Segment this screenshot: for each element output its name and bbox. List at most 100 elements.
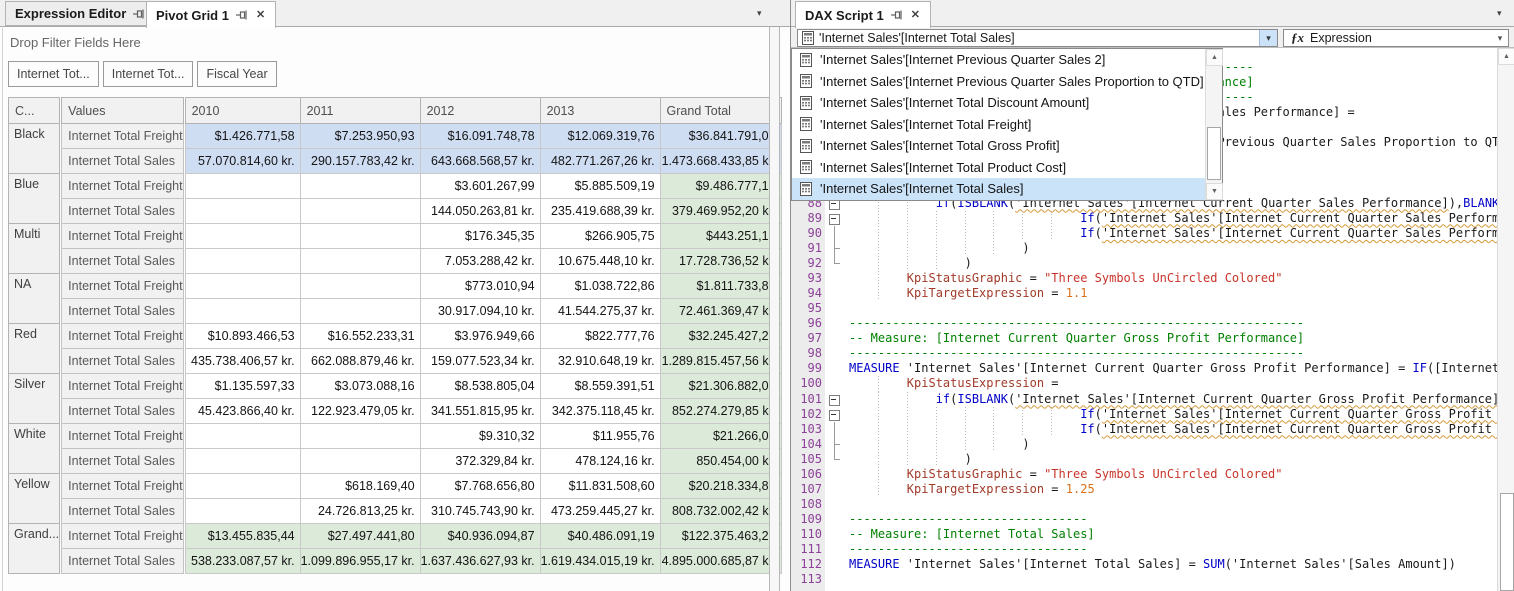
pivot-value-cell[interactable]: $443.251,10	[660, 224, 781, 249]
fold-marker-icon[interactable]	[827, 422, 843, 437]
code-line[interactable]: 101 if(ISBLANK('Internet Sales'[Internet…	[791, 392, 1514, 407]
pivot-value-cell[interactable]: $21.266,08	[660, 424, 781, 449]
pin-icon[interactable]	[891, 9, 903, 21]
code-line[interactable]: 108	[791, 497, 1514, 512]
pivot-value-cell[interactable]	[185, 299, 300, 324]
pivot-measure-label[interactable]: Internet Total Freight	[62, 324, 183, 349]
pivot-value-cell[interactable]: $7.253.950,93	[300, 124, 420, 149]
measure-dropdown-item[interactable]: 'Internet Sales'[Internet Total Gross Pr…	[792, 135, 1222, 157]
pivot-value-cell[interactable]: $20.218.334,81	[660, 474, 781, 499]
pivot-value-cell[interactable]: 538.233.087,57 kr.	[185, 549, 300, 574]
pivot-measure-label[interactable]: Internet Total Freight	[62, 274, 183, 299]
pivot-value-cell[interactable]: 342.375.118,45 kr.	[540, 399, 660, 424]
pivot-value-cell[interactable]: $122.375.463,29	[660, 524, 781, 549]
pivot-value-cell[interactable]: $9.486.777,18	[660, 174, 781, 199]
fold-marker-icon[interactable]	[827, 452, 843, 467]
pivot-column-header[interactable]: 2011	[300, 98, 420, 124]
expression-selector-combo[interactable]: ƒx Expression ▾	[1283, 29, 1509, 47]
close-icon[interactable]: ✕	[255, 10, 266, 21]
pivot-row-label[interactable]: Multi	[9, 224, 60, 274]
pivot-measure-label[interactable]: Internet Total Freight	[62, 524, 183, 549]
pivot-value-cell[interactable]: 478.124,16 kr.	[540, 449, 660, 474]
vertical-scrollbar[interactable]	[769, 27, 780, 591]
code-line[interactable]: 103 If('Internet Sales'[Internet Current…	[791, 422, 1514, 437]
code-line[interactable]: 113	[791, 572, 1514, 587]
code-line[interactable]: 97-- Measure: [Internet Current Quarter …	[791, 331, 1514, 346]
pivot-row-label[interactable]: Yellow	[9, 474, 60, 524]
pivot-value-cell[interactable]: 482.771.267,26 kr.	[540, 149, 660, 174]
pivot-value-cell[interactable]	[185, 474, 300, 499]
pivot-value-cell[interactable]: 1.473.668.433,85 kr.	[660, 149, 781, 174]
fold-marker-icon[interactable]	[827, 241, 843, 256]
pivot-value-cell[interactable]	[185, 274, 300, 299]
pivot-measure-label[interactable]: Internet Total Freight	[62, 174, 183, 199]
pivot-value-cell[interactable]: $21.306.882,04	[660, 374, 781, 399]
code-line[interactable]: 99MEASURE 'Internet Sales'[Internet Curr…	[791, 361, 1514, 376]
code-line[interactable]: 100 KpiStatusExpression =	[791, 376, 1514, 391]
scroll-down-icon[interactable]: ▼	[1206, 183, 1223, 200]
pivot-measure-label[interactable]: Internet Total Freight	[62, 374, 183, 399]
pivot-measure-label[interactable]: Internet Total Sales	[62, 249, 183, 274]
pivot-value-cell[interactable]	[300, 274, 420, 299]
pivot-value-cell[interactable]	[185, 174, 300, 199]
tab-overflow-icon[interactable]: ▾	[757, 8, 762, 19]
code-line[interactable]: 112MEASURE 'Internet Sales'[Internet Tot…	[791, 557, 1514, 572]
pivot-value-cell[interactable]: 662.088.879,46 kr.	[300, 349, 420, 374]
code-line[interactable]: 92 )	[791, 256, 1514, 271]
pivot-value-cell[interactable]: 310.745.743,90 kr.	[420, 499, 540, 524]
scroll-up-icon[interactable]: ▲	[1498, 48, 1514, 65]
pivot-value-cell[interactable]	[300, 174, 420, 199]
pivot-measure-label[interactable]: Internet Total Freight	[62, 124, 183, 149]
scroll-up-icon[interactable]: ▲	[1206, 49, 1223, 66]
pivot-value-cell[interactable]: 7.053.288,42 kr.	[420, 249, 540, 274]
pivot-value-cell[interactable]: 45.423.866,40 kr.	[185, 399, 300, 424]
drop-filter-zone[interactable]: Drop Filter Fields Here	[10, 35, 141, 50]
pivot-value-cell[interactable]: $9.310,32	[420, 424, 540, 449]
pivot-value-cell[interactable]: $7.768.656,80	[420, 474, 540, 499]
pivot-value-cell[interactable]: 159.077.523,34 kr.	[420, 349, 540, 374]
pin-icon[interactable]	[236, 9, 248, 21]
code-line[interactable]: 95	[791, 301, 1514, 316]
pivot-value-cell[interactable]	[300, 424, 420, 449]
tab-expression-editor[interactable]: Expression Editor	[5, 1, 155, 26]
pivot-row-label[interactable]: Red	[9, 324, 60, 374]
pivot-value-cell[interactable]: $822.777,76	[540, 324, 660, 349]
pivot-value-cell[interactable]: 290.157.783,42 kr.	[300, 149, 420, 174]
fold-marker-icon[interactable]	[827, 256, 843, 271]
tab-dax-script-1[interactable]: DAX Script 1 ✕	[795, 1, 931, 28]
pivot-value-cell[interactable]: $16.552.233,31	[300, 324, 420, 349]
pivot-measure-label[interactable]: Internet Total Sales	[62, 149, 183, 174]
code-line[interactable]: 93 KpiStatusGraphic = "Three Symbols UnC…	[791, 271, 1514, 286]
pivot-value-cell[interactable]: 57.070.814,60 kr.	[185, 149, 300, 174]
pivot-value-cell[interactable]: $1.811.733,80	[660, 274, 781, 299]
pivot-row-label[interactable]: Grand...	[9, 524, 60, 574]
pivot-measure-label[interactable]: Internet Total Sales	[62, 549, 183, 574]
pivot-value-cell[interactable]: 17.728.736,52 kr.	[660, 249, 781, 274]
pivot-value-cell[interactable]: 72.461.369,47 kr.	[660, 299, 781, 324]
pivot-measure-label[interactable]: Internet Total Sales	[62, 199, 183, 224]
tab-overflow-icon[interactable]: ▾	[1497, 8, 1502, 19]
pivot-value-cell[interactable]: 4.895.000.685,87 kr.	[660, 549, 781, 574]
pivot-value-cell[interactable]: $32.245.427,25	[660, 324, 781, 349]
fold-marker-icon[interactable]	[827, 437, 843, 452]
editor-scrollbar[interactable]: ▲	[1497, 48, 1514, 591]
pivot-value-cell[interactable]: $266.905,75	[540, 224, 660, 249]
measure-dropdown-item[interactable]: 'Internet Sales'[Internet Total Discount…	[792, 92, 1222, 114]
pivot-measure-label[interactable]: Internet Total Freight	[62, 424, 183, 449]
pin-icon[interactable]	[133, 8, 145, 20]
pivot-value-cell[interactable]: 808.732.002,42 kr.	[660, 499, 781, 524]
pivot-row-label[interactable]: NA	[9, 274, 60, 324]
pivot-measure-label[interactable]: Internet Total Sales	[62, 399, 183, 424]
code-line[interactable]: 110-- Measure: [Internet Total Sales]	[791, 527, 1514, 542]
pivot-value-cell[interactable]: $13.455.835,44	[185, 524, 300, 549]
measure-dropdown-item[interactable]: 'Internet Sales'[Internet Total Freight]	[792, 114, 1222, 136]
pivot-value-cell[interactable]: 30.917.094,10 kr.	[420, 299, 540, 324]
pivot-row-label[interactable]: White	[9, 424, 60, 474]
scrollbar-thumb[interactable]	[1500, 493, 1514, 591]
pivot-row-label[interactable]: Blue	[9, 174, 60, 224]
pivot-value-cell[interactable]: $10.893.466,53	[185, 324, 300, 349]
pivot-value-cell[interactable]: 10.675.448,10 kr.	[540, 249, 660, 274]
fold-marker-icon[interactable]	[827, 392, 843, 407]
pivot-row-label[interactable]: Silver	[9, 374, 60, 424]
pivot-value-cell[interactable]	[300, 449, 420, 474]
